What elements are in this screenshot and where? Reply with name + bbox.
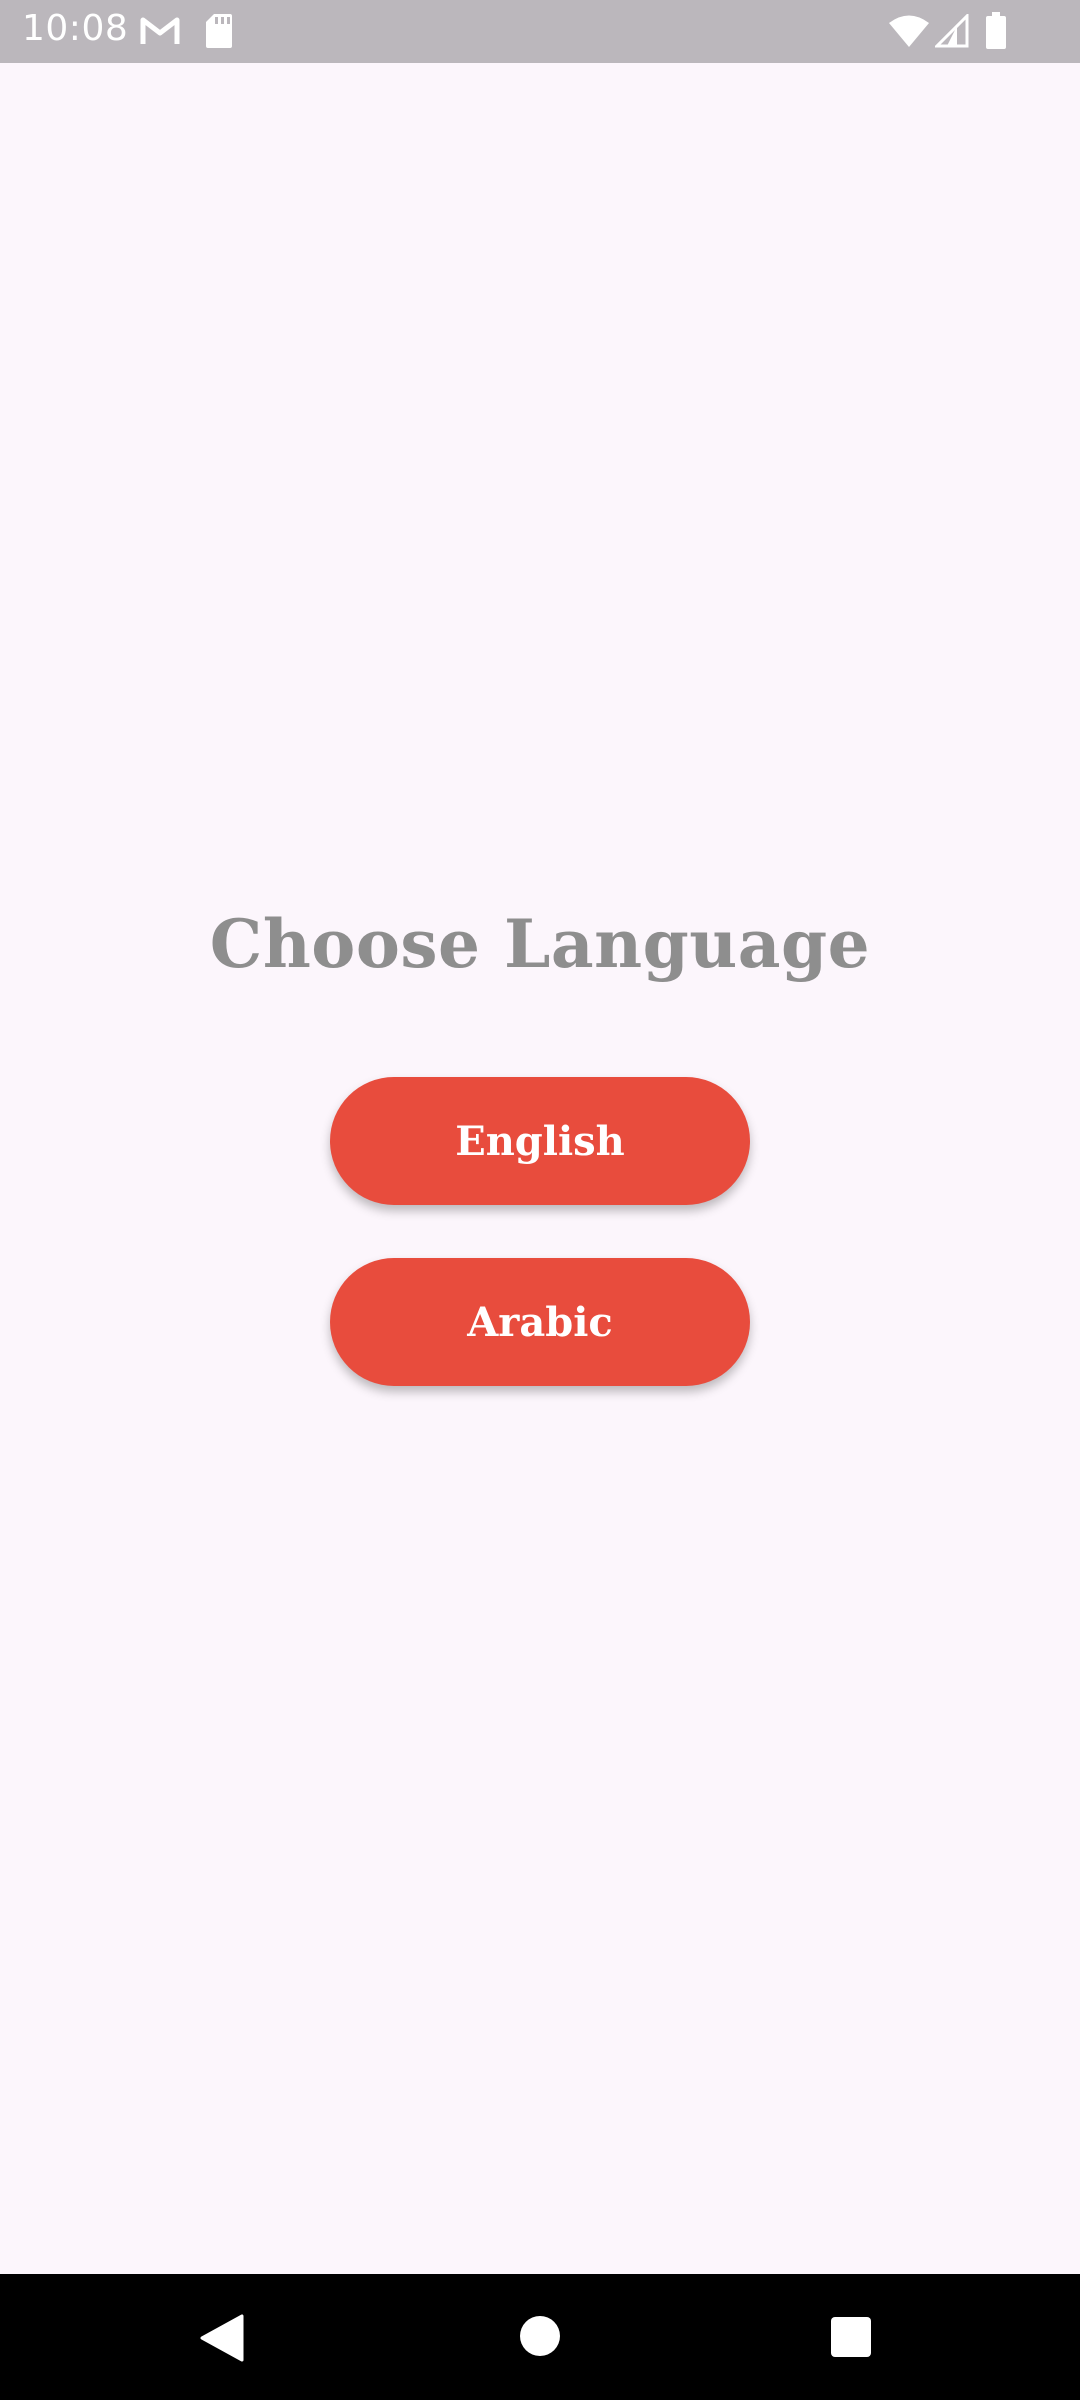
sd-card-icon bbox=[206, 14, 232, 48]
arabic-button-label: Arabic bbox=[467, 1298, 613, 1346]
back-icon[interactable] bbox=[200, 2314, 246, 2362]
battery-icon bbox=[986, 12, 1006, 49]
wifi-icon bbox=[889, 15, 929, 47]
signal-icon bbox=[935, 14, 969, 48]
english-button[interactable]: English bbox=[330, 1077, 750, 1205]
navigation-bar bbox=[0, 2274, 1080, 2400]
gmail-icon bbox=[140, 17, 180, 44]
status-bar: 10:08 bbox=[0, 0, 1080, 63]
page-title: Choose Language bbox=[209, 905, 871, 983]
home-icon[interactable] bbox=[518, 2314, 562, 2358]
screen: 10:08 Choose Language English Arabic bbox=[0, 0, 1080, 2400]
arabic-button[interactable]: Arabic bbox=[330, 1258, 750, 1386]
status-time: 10:08 bbox=[22, 8, 129, 49]
english-button-label: English bbox=[455, 1117, 625, 1165]
recents-icon[interactable] bbox=[830, 2316, 872, 2358]
